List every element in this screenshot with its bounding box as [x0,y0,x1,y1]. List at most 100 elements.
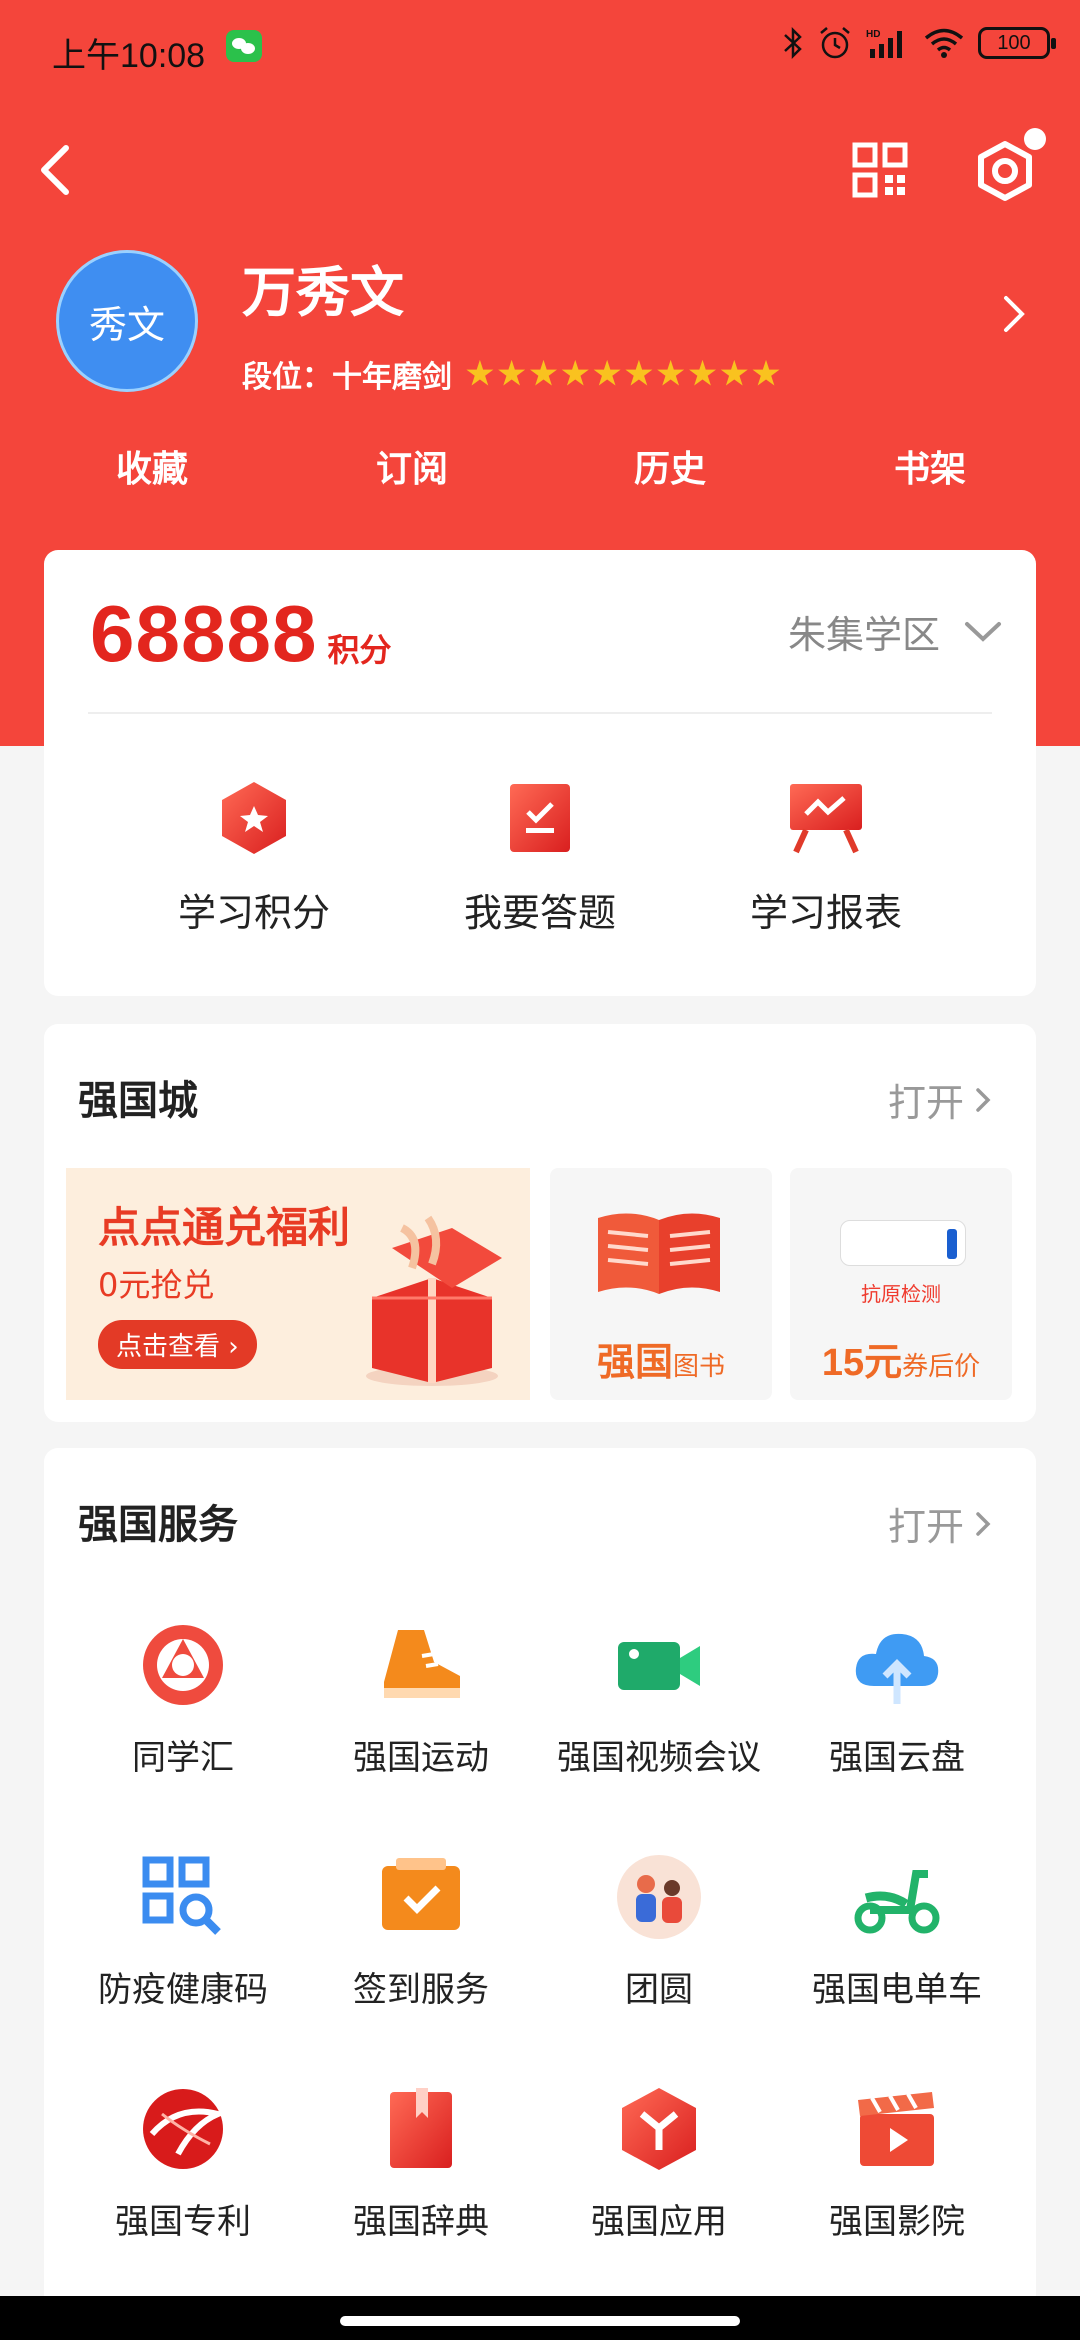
star-icon: ★ [656,355,685,392]
sneaker-icon [384,1630,460,1698]
qr-code-icon[interactable] [852,142,908,198]
quick-action-label: 学习报表 [749,891,902,935]
chevron-right-icon [976,1511,991,1536]
star-icon: ★ [593,355,621,392]
qr-health-code-icon [142,1856,221,1935]
books-caption-small: 图书 [673,1352,726,1382]
gift-box-icon [366,1215,502,1386]
service-label: 强国影院 [829,2202,965,2242]
district-selector[interactable]: 朱集学区 [788,604,1002,659]
star-icon: ★ [752,355,780,392]
service-patent[interactable]: 强国专利 [64,2084,302,2243]
quick-action-study-report[interactable]: 学习报表 [676,778,976,937]
kit-price-suffix: 券后价 [902,1352,981,1382]
tab-bookshelf[interactable]: 书架 [850,440,1010,492]
divider [88,712,992,714]
star-icon: ★ [561,355,590,392]
service-label: 强国运动 [353,1738,489,1778]
books-caption: 强国图书 [550,1331,772,1386]
service-reunion[interactable]: 团圆 [540,1852,778,2011]
service-video-conference[interactable]: 强国视频会议 [540,1620,778,1779]
mall-title: 强国城 [78,1077,198,1124]
profile-tabs: 收藏 订阅 历史 书架 [0,440,1080,500]
service-sports[interactable]: 强国运动 [302,1620,540,1779]
wifi-icon [924,28,964,58]
star-icon: ★ [466,355,494,392]
back-arrow-icon[interactable] [36,140,76,200]
chevron-right-icon[interactable] [1000,292,1028,336]
service-check-in[interactable]: 签到服务 [302,1852,540,2011]
cinema-clapper-icon [858,2092,934,2166]
services-card: 强国服务 打开 同学汇 强国运动 强国视频会议 强国云盘 防疫健康码 签到服务 … [44,1448,1036,2308]
notification-dot [1024,128,1046,150]
svg-text:HD: HD [866,29,880,40]
points-unit: 积分 [327,631,392,669]
service-label: 强国视频会议 [557,1738,761,1778]
mall-banner[interactable]: 点点通兑福利 0元抢兑 点击查看 › [66,1168,530,1400]
service-e-bike[interactable]: 强国电单车 [778,1852,1016,2011]
quick-action-answer-questions[interactable]: 我要答题 [390,778,690,937]
tab-favorites[interactable]: 收藏 [72,440,232,492]
rank-row: 段位： 十年磨剑 ★ ★ ★ ★ ★ ★ ★ ★ ★ ★ [242,352,780,396]
service-classmates[interactable]: 同学汇 [64,1620,302,1779]
open-label: 打开 [887,1505,964,1549]
alarm-icon [820,27,850,59]
user-name: 万秀文 [242,260,404,324]
star-icon: ★ [497,355,526,392]
star-icon: ★ [529,355,558,392]
mall-card: 强国城 打开 点点通兑福利 0元抢兑 点击查看 › 强国图书 抗原检测 15元券… [44,1024,1036,1422]
points-value: 68888 [90,589,318,678]
scooter-icon [854,1870,940,1934]
signal-icon: HD [866,29,902,58]
mall-books[interactable]: 强国图书 [550,1168,772,1400]
service-cinema[interactable]: 强国影院 [778,2084,1016,2243]
chevron-right-icon [976,1087,991,1112]
chevron-down-icon [965,621,1001,642]
service-apps[interactable]: 强国应用 [540,2084,778,2243]
home-indicator[interactable] [340,2316,740,2326]
star-hexagon-icon [222,782,286,854]
avatar[interactable]: 秀文 [56,250,198,392]
kit-caption: 15元券后价 [790,1331,1012,1386]
mall-open-link[interactable]: 打开 [888,1072,992,1127]
service-dictionary[interactable]: 强国辞典 [302,2084,540,2243]
report-board-icon [790,784,862,854]
apps-hexagon-icon [622,2088,696,2170]
quick-action-study-points[interactable]: 学习积分 [104,778,404,937]
banner-subtitle: 0元抢兑 [98,1266,215,1304]
cloud-upload-icon [855,1633,939,1704]
service-cloud-disk[interactable]: 强国云盘 [778,1620,1016,1779]
video-camera-icon [618,1642,700,1690]
banner-headline: 点点通兑福利 [98,1203,351,1252]
rank-stars: ★ ★ ★ ★ ★ ★ ★ ★ ★ ★ [466,355,780,392]
rank-label: 段位： [242,360,332,395]
banner-button[interactable]: 点击查看 › [98,1320,257,1369]
points-display[interactable]: 68888 积分 [90,588,391,680]
star-icon: ★ [624,355,653,392]
status-bar: 上午10:08 HD 100 [0,0,1080,100]
mall-antigen-kit[interactable]: 抗原检测 15元券后价 [790,1168,1012,1400]
tab-subscriptions[interactable]: 订阅 [332,440,492,492]
service-label: 签到服务 [353,1970,489,2010]
service-label: 强国云盘 [829,1738,965,1778]
service-label: 强国应用 [591,2202,727,2242]
points-card: 68888 积分 朱集学区 学习积分 我要答题 学习报表 [44,550,1036,996]
star-icon: ★ [720,355,749,392]
wechat-icon [226,30,262,62]
services-open-link[interactable]: 打开 [888,1496,992,1551]
service-label: 强国专利 [115,2202,251,2242]
service-health-code[interactable]: 防疫健康码 [64,1852,302,2011]
kit-label: 抗原检测 [861,1282,941,1306]
patent-globe-icon [143,2089,228,2169]
antigen-kit-image [840,1220,966,1266]
battery-icon: 100 [978,27,1056,59]
tab-history[interactable]: 历史 [590,440,750,492]
answer-check-icon [510,784,570,852]
service-label: 团圆 [625,1970,693,2010]
service-label: 同学汇 [132,1738,234,1778]
service-label: 防疫健康码 [98,1970,268,2010]
service-label: 强国辞典 [353,2202,489,2242]
quick-action-label: 学习积分 [177,891,330,935]
open-label: 打开 [887,1081,964,1125]
book-icon [598,1213,720,1294]
